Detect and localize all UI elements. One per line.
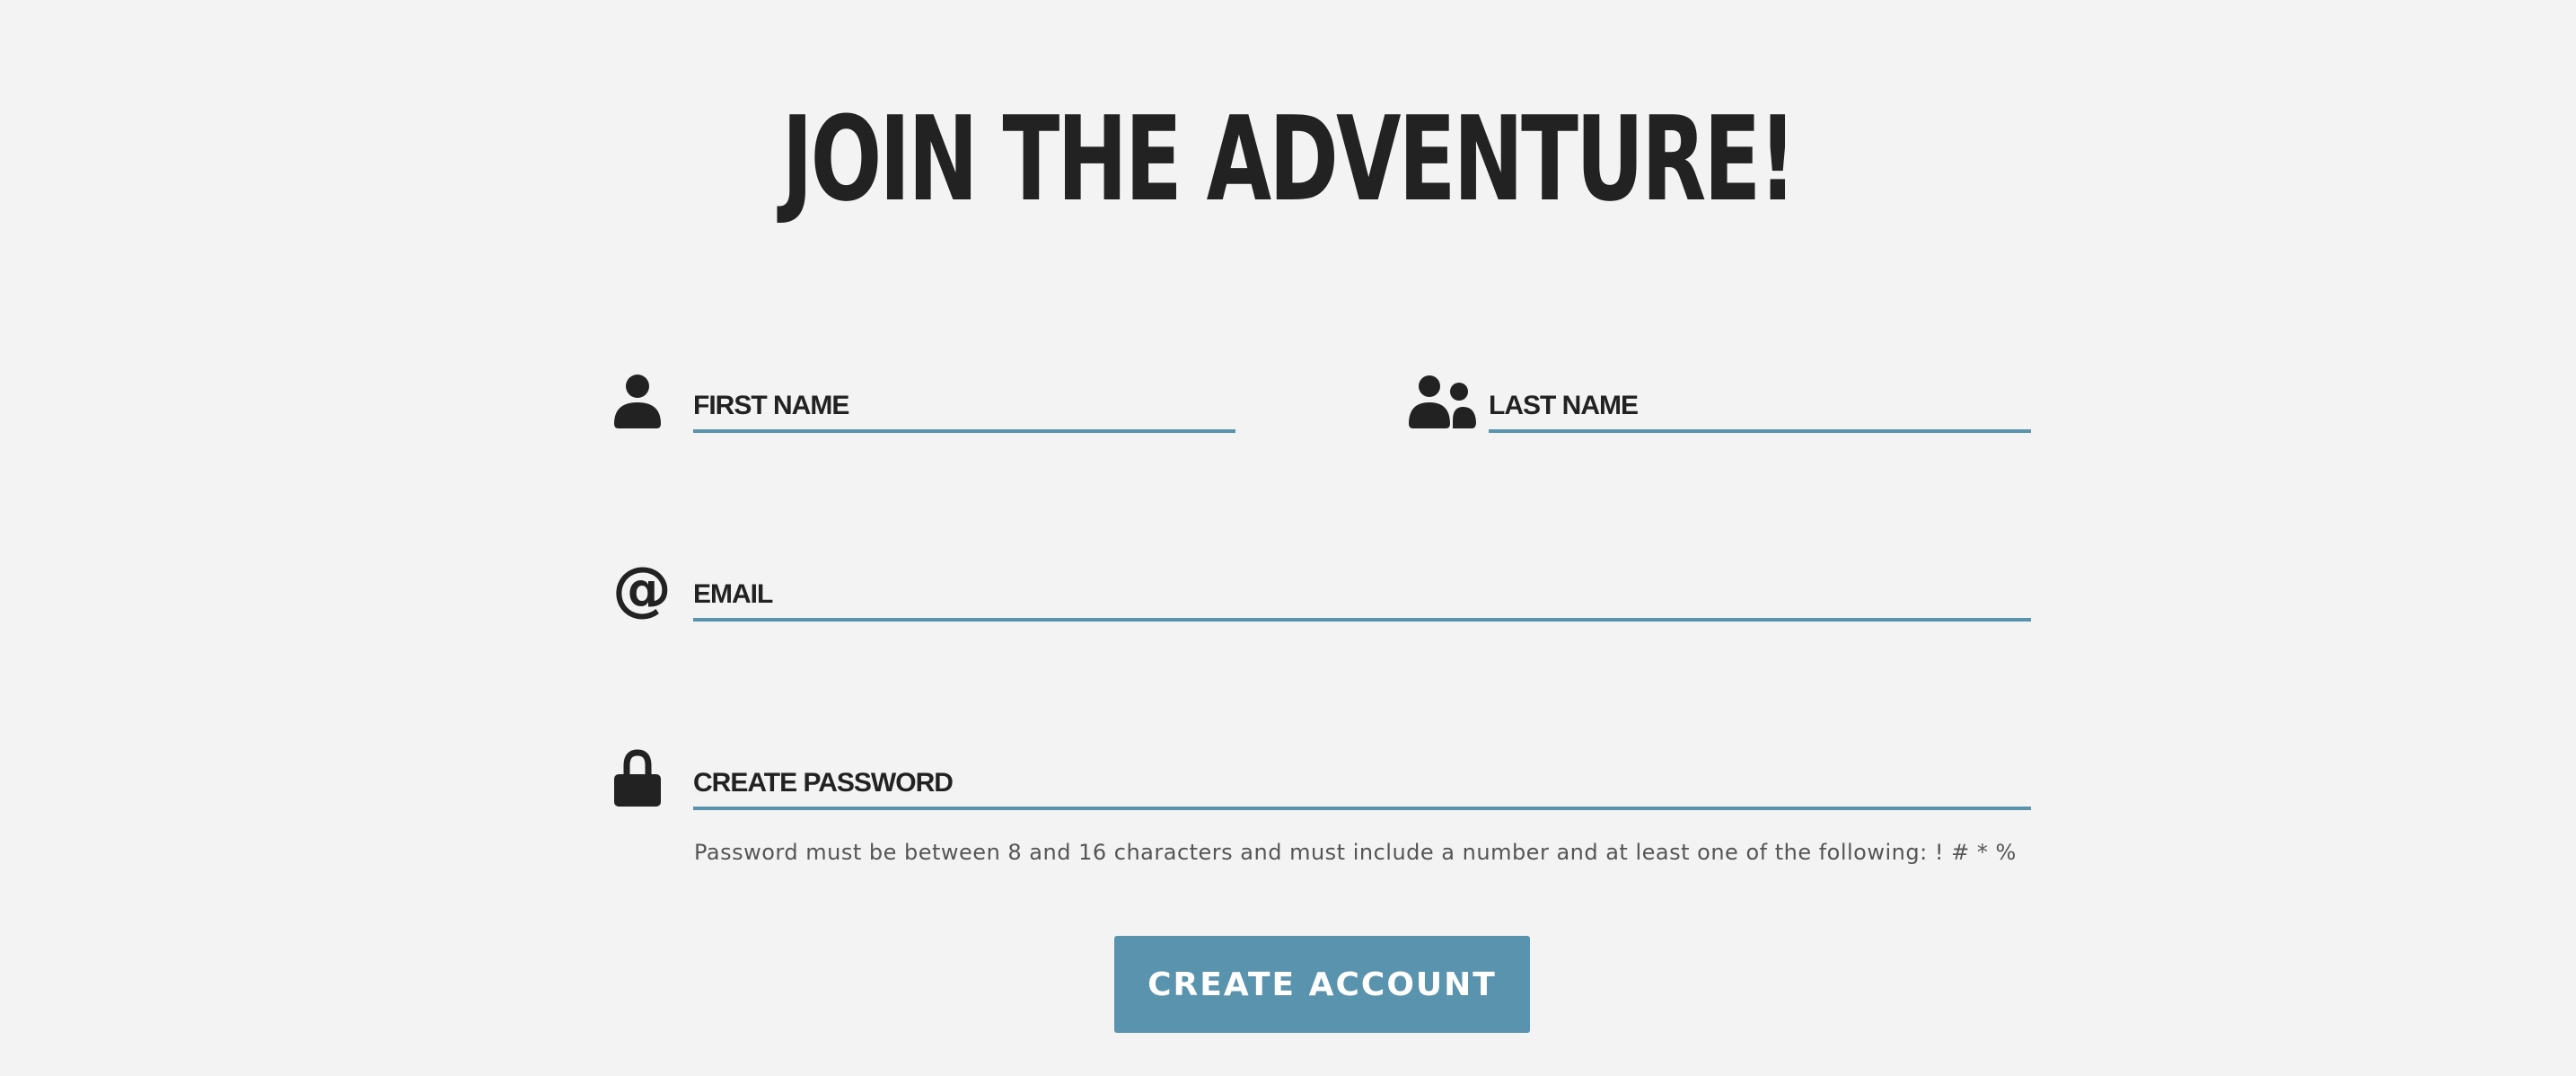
first-name-input[interactable] xyxy=(693,383,1235,433)
create-account-button[interactable]: CREATE ACCOUNT xyxy=(1114,936,1530,1033)
page-title: JOIN THE ADVENTURE! xyxy=(781,91,1797,227)
last-name-input[interactable] xyxy=(1489,383,2031,433)
user-icon xyxy=(612,368,675,431)
email-input[interactable] xyxy=(693,571,2031,622)
password-field xyxy=(612,745,2031,817)
users-icon xyxy=(1408,368,1476,431)
signup-page: JOIN THE ADVENTURE! @ xyxy=(0,0,2576,1076)
at-sign-icon: @ xyxy=(612,557,675,620)
password-hint: Password must be between 8 and 16 charac… xyxy=(694,840,2017,865)
email-field: @ xyxy=(612,557,2031,629)
first-name-field xyxy=(612,368,1235,440)
svg-text:@: @ xyxy=(612,557,670,620)
password-input[interactable] xyxy=(693,760,2031,810)
last-name-field xyxy=(1408,368,2031,440)
lock-icon xyxy=(612,745,675,808)
